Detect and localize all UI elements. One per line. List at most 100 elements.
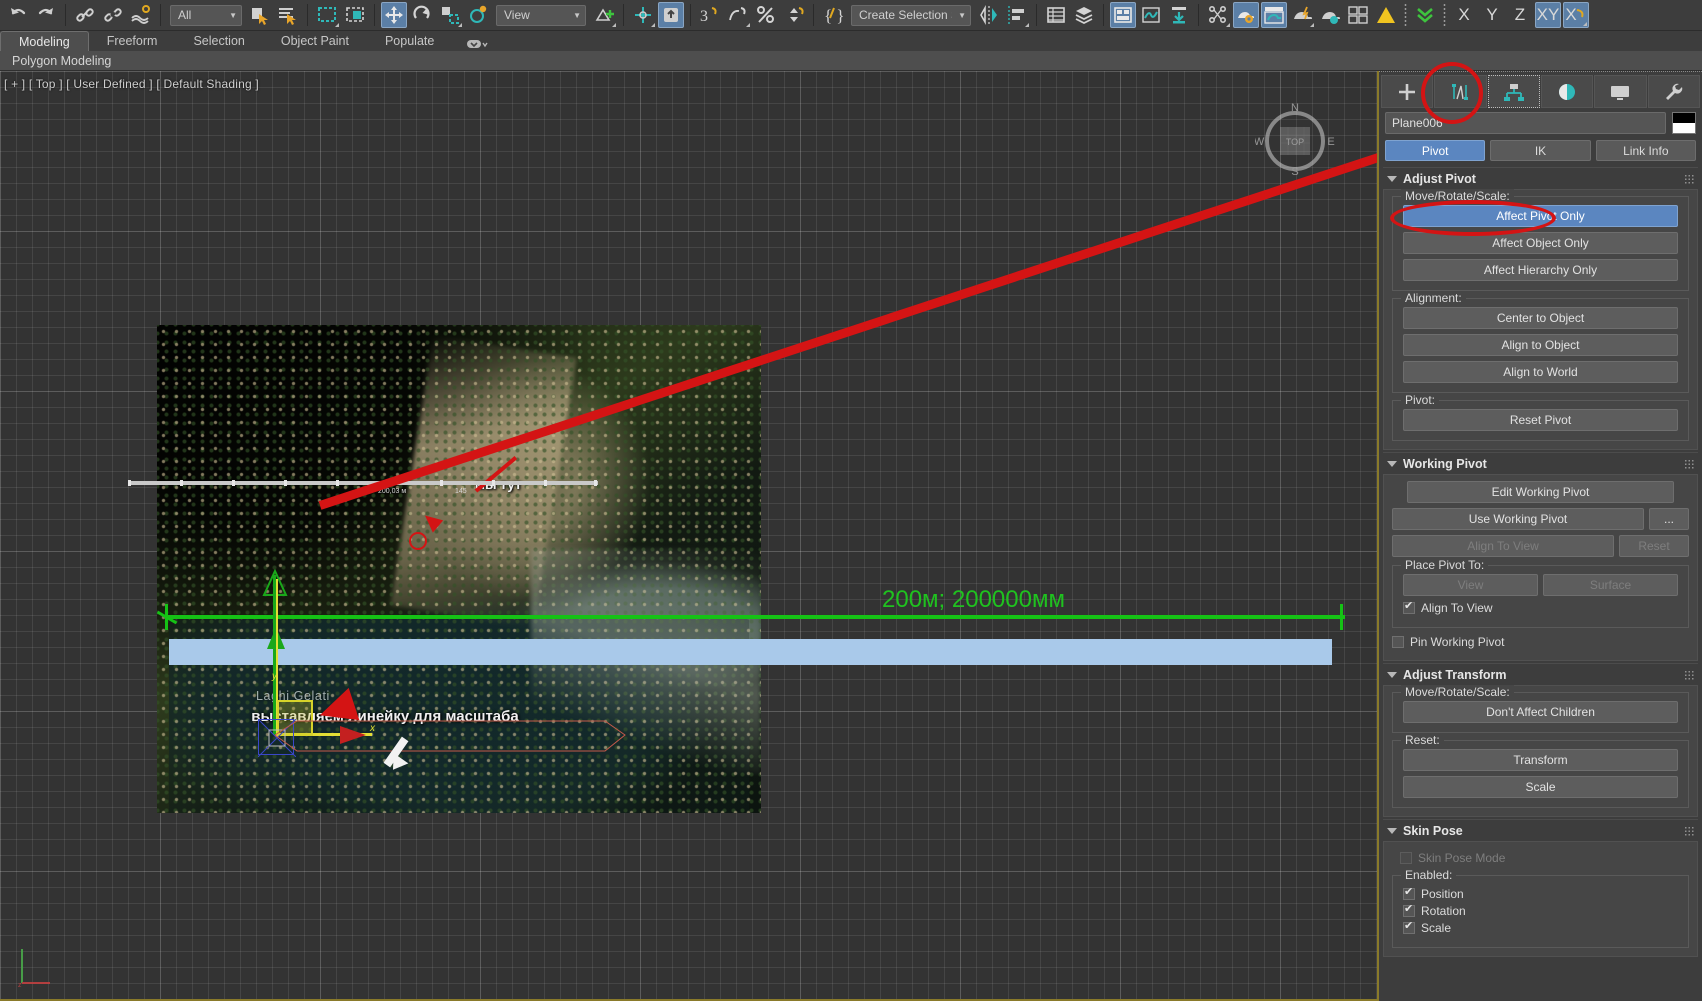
expand-chevron-icon[interactable] bbox=[1412, 2, 1438, 28]
select-and-manipulate-icon[interactable] bbox=[630, 2, 656, 28]
viewport-label[interactable]: [ + ] [ Top ] [ User Defined ] [ Default… bbox=[4, 77, 259, 91]
select-and-place-icon[interactable] bbox=[465, 2, 491, 28]
align-to-view-checkbox-row[interactable]: Align To View bbox=[1403, 601, 1678, 615]
tab-object-paint[interactable]: Object Paint bbox=[263, 31, 367, 51]
unlink-selection-icon[interactable] bbox=[100, 2, 126, 28]
use-working-pivot-button[interactable]: Use Working Pivot bbox=[1392, 508, 1644, 530]
curve-editor-icon[interactable] bbox=[1138, 2, 1164, 28]
skin-pose-mode-row[interactable]: Skin Pose Mode bbox=[1400, 851, 1689, 865]
constrain-x-button[interactable]: X bbox=[1451, 2, 1477, 28]
render-iterative-icon[interactable] bbox=[1317, 2, 1343, 28]
scene-converter-warning-icon[interactable] bbox=[1373, 2, 1399, 28]
spinner-snap-toggle-icon[interactable] bbox=[781, 2, 807, 28]
open-asset-tracking-icon[interactable] bbox=[1345, 2, 1371, 28]
reset-working-pivot-button[interactable]: Reset bbox=[1619, 535, 1689, 557]
ribbon-options-dropdown[interactable] bbox=[466, 37, 488, 51]
constrain-xy-button[interactable]: XY bbox=[1535, 2, 1561, 28]
edit-working-pivot-button[interactable]: Edit Working Pivot bbox=[1407, 481, 1674, 503]
polygon-modeling-label[interactable]: Polygon Modeling bbox=[0, 51, 123, 71]
select-and-scale-icon[interactable] bbox=[437, 2, 463, 28]
constrain-plane-flyout-button[interactable]: X bbox=[1563, 2, 1589, 28]
schematic-view-icon[interactable] bbox=[1166, 2, 1192, 28]
layer-explorer-icon[interactable] bbox=[1043, 2, 1069, 28]
scale-checkbox-row[interactable]: Scale bbox=[1403, 921, 1678, 935]
percent-icon[interactable] bbox=[753, 2, 779, 28]
snaps-toggle-icon[interactable] bbox=[658, 2, 684, 28]
align-icon[interactable] bbox=[1004, 2, 1030, 28]
viewport-top[interactable]: [ + ] [ Top ] [ User Defined ] [ Default… bbox=[0, 71, 1379, 1001]
align-to-world-button[interactable]: Align to World bbox=[1403, 361, 1678, 383]
undo-icon[interactable] bbox=[5, 2, 31, 28]
place-pivot-surface-button[interactable]: Surface bbox=[1543, 574, 1678, 596]
material-editor-icon[interactable] bbox=[1205, 2, 1231, 28]
rendered-frame-window-icon[interactable] bbox=[1261, 2, 1287, 28]
named-selection-sets-combo[interactable]: Create Selection Se ▼ bbox=[851, 5, 971, 26]
select-and-move-icon[interactable] bbox=[381, 2, 407, 28]
bind-space-warp-icon[interactable] bbox=[128, 2, 154, 28]
rollout-header-adjust-transform[interactable]: Adjust Transform bbox=[1383, 663, 1698, 685]
reset-transform-button[interactable]: Transform bbox=[1403, 749, 1678, 771]
affect-object-only-button[interactable]: Affect Object Only bbox=[1403, 232, 1678, 254]
affect-hierarchy-only-button[interactable]: Affect Hierarchy Only bbox=[1403, 259, 1678, 281]
reset-scale-button[interactable]: Scale bbox=[1403, 776, 1678, 798]
affect-pivot-only-button[interactable]: Affect Pivot Only bbox=[1403, 205, 1678, 227]
skin-pose-mode-checkbox[interactable] bbox=[1400, 852, 1412, 864]
align-to-object-button[interactable]: Align to Object bbox=[1403, 334, 1678, 356]
create-tab[interactable] bbox=[1381, 75, 1433, 108]
tab-selection[interactable]: Selection bbox=[175, 31, 262, 51]
redo-icon[interactable] bbox=[33, 2, 59, 28]
mirror-icon[interactable] bbox=[976, 2, 1002, 28]
select-and-rotate-icon[interactable] bbox=[409, 2, 435, 28]
position-checkbox[interactable] bbox=[1403, 888, 1415, 900]
selection-filter-combo[interactable]: All ▼ bbox=[170, 5, 242, 26]
utilities-tab[interactable] bbox=[1648, 75, 1700, 108]
reset-pivot-button[interactable]: Reset Pivot bbox=[1403, 409, 1678, 431]
subtab-ik[interactable]: IK bbox=[1490, 140, 1590, 161]
reference-coordinate-system-combo[interactable]: View ▼ bbox=[496, 5, 586, 26]
align-to-view-button[interactable]: Align To View bbox=[1392, 535, 1614, 557]
rotation-checkbox-row[interactable]: Rotation bbox=[1403, 904, 1678, 918]
select-object-icon[interactable] bbox=[247, 2, 273, 28]
object-color-swatch[interactable] bbox=[1672, 112, 1696, 134]
constrain-y-button[interactable]: Y bbox=[1479, 2, 1505, 28]
rollout-header-adjust-pivot[interactable]: Adjust Pivot bbox=[1383, 167, 1698, 189]
subtab-link-info[interactable]: Link Info bbox=[1596, 140, 1696, 161]
tab-populate[interactable]: Populate bbox=[367, 31, 452, 51]
hierarchy-tab[interactable] bbox=[1488, 75, 1540, 108]
modify-tab[interactable] bbox=[1434, 75, 1486, 108]
working-pivot-options-button[interactable]: ... bbox=[1649, 508, 1689, 530]
tab-modeling[interactable]: Modeling bbox=[0, 31, 89, 51]
ribbon-toggle-icon[interactable] bbox=[1110, 2, 1136, 28]
subtab-pivot[interactable]: Pivot bbox=[1385, 140, 1485, 161]
render-setup-icon[interactable] bbox=[1233, 2, 1259, 28]
constrain-z-button[interactable]: Z bbox=[1507, 2, 1533, 28]
motion-tab[interactable] bbox=[1541, 75, 1593, 108]
pin-working-pivot-checkbox[interactable] bbox=[1392, 636, 1404, 648]
edit-named-selection-sets-icon[interactable]: { } bbox=[820, 2, 846, 28]
align-to-view-checkbox[interactable] bbox=[1403, 602, 1415, 614]
view-cube[interactable]: TOP N S W E bbox=[1255, 99, 1335, 179]
pin-working-pivot-row[interactable]: Pin Working Pivot bbox=[1392, 635, 1689, 649]
use-pivot-point-center-icon[interactable] bbox=[591, 2, 617, 28]
object-name-field[interactable]: Plane006 bbox=[1385, 112, 1666, 134]
center-to-object-button[interactable]: Center to Object bbox=[1403, 307, 1678, 329]
measure-ruler-line[interactable] bbox=[165, 615, 1345, 619]
render-production-icon[interactable] bbox=[1289, 2, 1315, 28]
window-crossing-icon[interactable] bbox=[342, 2, 368, 28]
position-checkbox-row[interactable]: Position bbox=[1403, 887, 1678, 901]
scale-checkbox[interactable] bbox=[1403, 922, 1415, 934]
rotation-checkbox[interactable] bbox=[1403, 905, 1415, 917]
percent-snap-toggle-icon[interactable] bbox=[725, 2, 751, 28]
dont-affect-children-button[interactable]: Don't Affect Children bbox=[1403, 701, 1678, 723]
display-tab[interactable] bbox=[1594, 75, 1646, 108]
select-link-icon[interactable] bbox=[72, 2, 98, 28]
place-pivot-view-button[interactable]: View bbox=[1403, 574, 1538, 596]
rollout-header-working-pivot[interactable]: Working Pivot bbox=[1383, 452, 1698, 474]
reference-plane-object[interactable] bbox=[169, 639, 1332, 665]
tab-freeform[interactable]: Freeform bbox=[89, 31, 176, 51]
select-by-name-icon[interactable] bbox=[275, 2, 301, 28]
scene-explorer-icon[interactable] bbox=[1071, 2, 1097, 28]
angle-snap-toggle-icon[interactable]: 3 bbox=[697, 2, 723, 28]
rollout-header-skin-pose[interactable]: Skin Pose bbox=[1383, 819, 1698, 841]
rectangular-selection-region-icon[interactable] bbox=[314, 2, 340, 28]
